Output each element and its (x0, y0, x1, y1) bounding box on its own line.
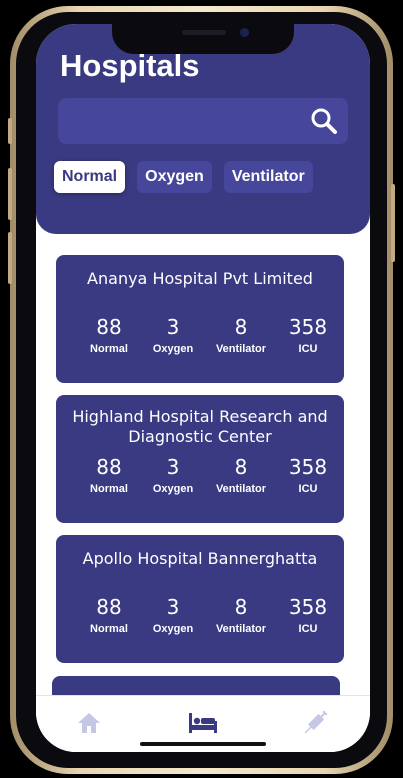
stat-value: 3 (166, 455, 180, 479)
stat-value: 3 (166, 595, 180, 619)
stat-normal: 88 Normal (73, 455, 145, 495)
bottom-nav (36, 695, 370, 752)
stat-ventilator: 8 Ventilator (205, 315, 277, 355)
stat-value: 3 (166, 315, 180, 339)
hospital-name: Ananya Hospital Pvt Limited (87, 269, 313, 288)
stat-label: Ventilator (215, 483, 267, 495)
stat-normal: 88 Normal (73, 315, 145, 355)
stat-value: 88 (96, 315, 122, 339)
tab-normal[interactable]: Normal (54, 161, 126, 193)
app-screen: Hospitals Normal Oxygen Ventilator Anany… (36, 24, 370, 752)
tab-ventilator[interactable]: Ventilator (223, 161, 313, 193)
speaker-grille (182, 30, 226, 35)
stat-label: Normal (90, 623, 128, 635)
stat-ventilator: 8 Ventilator (205, 455, 277, 495)
header: Hospitals Normal Oxygen Ventilator (36, 24, 370, 234)
phone-power-button (391, 184, 395, 262)
stat-value: 358 (288, 455, 328, 479)
stat-icu: 358 ICU (272, 455, 344, 495)
stat-label: Oxygen (152, 623, 194, 635)
nav-vaccine-button[interactable] (298, 708, 332, 738)
home-indicator (140, 742, 266, 746)
stat-value: 358 (288, 315, 328, 339)
hospital-card[interactable]: Ananya Hospital Pvt Limited 88 Normal 3 … (56, 255, 344, 383)
stat-value: 88 (96, 455, 122, 479)
stat-label: Oxygen (152, 483, 194, 495)
stat-ventilator: 8 Ventilator (205, 595, 277, 635)
stat-label: Ventilator (215, 623, 267, 635)
search-input[interactable] (68, 106, 302, 138)
nav-bed-button[interactable] (186, 708, 220, 738)
bed-icon (189, 713, 217, 733)
front-camera (240, 28, 249, 37)
filter-tabs: Normal Oxygen Ventilator (54, 161, 313, 193)
search-icon[interactable] (310, 107, 338, 135)
hospital-card[interactable]: Highland Hospital Research and Diagnosti… (56, 395, 344, 523)
stat-oxygen: 3 Oxygen (137, 455, 209, 495)
home-icon (78, 713, 100, 733)
stat-label: Ventilator (215, 343, 267, 355)
stat-label: Normal (90, 483, 128, 495)
stat-label: ICU (298, 483, 318, 495)
stat-icu: 358 ICU (272, 595, 344, 635)
phone-notch (112, 22, 294, 54)
phone-mute-switch (8, 118, 12, 144)
stat-label: Oxygen (152, 343, 194, 355)
stat-icu: 358 ICU (272, 315, 344, 355)
nav-home-button[interactable] (72, 708, 106, 738)
stat-normal: 88 Normal (73, 595, 145, 635)
search-box (58, 98, 348, 144)
stat-value: 8 (234, 315, 248, 339)
stat-label: Normal (90, 343, 128, 355)
stat-value: 358 (288, 595, 328, 619)
hospital-name: Highland Hospital Research and Diagnosti… (72, 407, 328, 446)
phone-volume-down (8, 232, 12, 284)
stat-label: ICU (298, 623, 318, 635)
stat-value: 8 (234, 595, 248, 619)
stat-oxygen: 3 Oxygen (137, 315, 209, 355)
phone-volume-up (8, 168, 12, 220)
tab-oxygen[interactable]: Oxygen (137, 161, 212, 193)
stat-value: 8 (234, 455, 248, 479)
stat-value: 88 (96, 595, 122, 619)
hospital-card[interactable]: Apollo Hospital Bannerghatta 88 Normal 3… (56, 535, 344, 663)
stat-label: ICU (298, 343, 318, 355)
stat-oxygen: 3 Oxygen (137, 595, 209, 635)
hospital-name: Apollo Hospital Bannerghatta (82, 549, 318, 568)
syringe-icon (304, 710, 328, 734)
